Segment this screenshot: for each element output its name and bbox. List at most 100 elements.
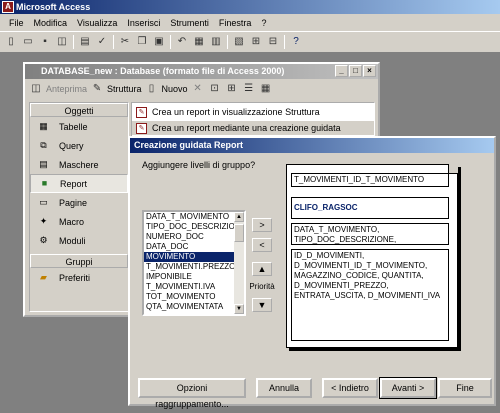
scroll-down-arrow-icon[interactable]: ▼ <box>234 304 244 314</box>
field-option[interactable]: T_MOVIMENTI.IVA <box>144 282 234 292</box>
maximize-button[interactable]: □ <box>349 65 362 77</box>
field-option-selected[interactable]: MOVIMENTO <box>144 252 234 262</box>
field-option[interactable]: TIPO_DOC_DESCRIZIONE <box>144 222 234 232</box>
list-item-label: Crea un report mediante una creazione gu… <box>152 123 341 133</box>
back-button[interactable]: < Indietro <box>322 378 378 398</box>
fields-listbox[interactable]: DATA_T_MOVIMENTO TIPO_DOC_DESCRIZIONE NU… <box>142 210 246 316</box>
open-icon[interactable]: ▭ <box>21 35 35 49</box>
objects-item-label: Query <box>59 140 84 151</box>
objects-item-macro[interactable]: ✦ Macro <box>30 212 128 231</box>
preview-group-level-2: CLIFO_RAGSOC <box>291 197 449 219</box>
objects-item-query[interactable]: ⧉ Query <box>30 136 128 155</box>
cancel-button[interactable]: Annulla <box>256 378 312 398</box>
toolbar-separator <box>113 35 114 49</box>
field-option[interactable]: DATA_DOC <box>144 242 234 252</box>
menu-finestra[interactable]: Finestra <box>214 18 257 28</box>
help-icon[interactable]: ? <box>289 35 303 49</box>
menu-bar: File Modifica Visualizza Inserisci Strum… <box>0 14 500 31</box>
list-item[interactable]: ✎ Crea un report in visualizzazione Stru… <box>132 105 374 119</box>
field-option[interactable]: IMPONIBILE <box>144 272 234 282</box>
new-icon[interactable]: ▯ <box>4 35 18 49</box>
large-icons-icon[interactable]: ⊡ <box>208 82 222 96</box>
objects-item-pagine[interactable]: ▭ Pagine <box>30 193 128 212</box>
query-icon: ⧉ <box>40 140 47 150</box>
minimize-button[interactable]: _ <box>335 65 348 77</box>
objects-item-label: Pagine <box>59 197 88 208</box>
analyze-icon[interactable]: ▦ <box>192 35 206 49</box>
scroll-up-arrow-icon[interactable]: ▲ <box>234 212 244 222</box>
favorites-folder-icon: ▰ <box>40 272 47 282</box>
print-preview-icon[interactable]: ◫ <box>55 35 69 49</box>
field-option[interactable]: TOT_MOVIMENTO <box>144 292 234 302</box>
preview-icon: ◫ <box>31 82 41 94</box>
menu-visualizza[interactable]: Visualizza <box>72 18 122 28</box>
design-button[interactable]: Struttura <box>107 84 142 94</box>
objects-item-moduli[interactable]: ⚙ Moduli <box>30 231 128 250</box>
properties-icon[interactable]: ▧ <box>232 35 246 49</box>
list-view-icon[interactable]: ☰ <box>242 82 256 96</box>
add-group-button[interactable]: > <box>252 218 272 232</box>
wizard-report-icon: ✎ <box>136 122 147 134</box>
new-report-icon: ▯ <box>148 82 155 94</box>
objects-item-report[interactable]: ■ Report <box>30 174 128 193</box>
groups-item-preferiti[interactable]: ▰ Preferiti <box>30 268 128 287</box>
new-object-icon[interactable]: ⊟ <box>266 35 280 49</box>
scroll-thumb[interactable] <box>234 224 244 242</box>
undo-icon[interactable]: ↶ <box>175 35 189 49</box>
preview-button[interactable]: Anteprima <box>46 84 87 94</box>
database-window-title: DATABASE_new : Database (formato file di… <box>41 66 285 76</box>
objects-header[interactable]: Oggetti <box>30 103 128 117</box>
preview-group-level-1: T_MOVIMENTI_ID_T_MOVIMENTO <box>291 173 449 187</box>
objects-item-label: Report <box>60 178 88 189</box>
report-wizard-dialog: Creazione guidata Report Aggiungere live… <box>128 136 496 409</box>
menu-strumenti[interactable]: Strumenti <box>165 18 214 28</box>
cut-icon[interactable]: ✂ <box>118 35 132 49</box>
priority-label: Priorità <box>249 282 275 291</box>
menu-modifica[interactable]: Modifica <box>29 18 73 28</box>
objects-item-tabelle[interactable]: ▦ Tabelle <box>30 117 128 136</box>
fields-scrollbar[interactable]: ▲ ▼ <box>234 212 244 314</box>
print-icon[interactable]: ▤ <box>78 35 92 49</box>
objects-bar: Oggetti ▦ Tabelle ⧉ Query ▤ Maschere ■ R… <box>29 102 129 312</box>
new-button[interactable]: Nuovo <box>162 84 188 94</box>
app-title: Microsoft Access <box>16 2 91 12</box>
module-icon: ⚙ <box>39 235 48 245</box>
toolbar-separator <box>170 35 171 49</box>
field-option[interactable]: T_MOVIMENTI.PREZZO <box>144 262 234 272</box>
close-button[interactable]: × <box>363 65 376 77</box>
spell-check-icon[interactable]: ✓ <box>95 35 109 49</box>
field-option[interactable]: DATA_T_MOVIMENTO <box>144 212 234 222</box>
office-links-icon[interactable]: ▥ <box>209 35 223 49</box>
details-view-icon[interactable]: ▦ <box>259 82 273 96</box>
group-options-button[interactable]: Opzioni raggruppamento... <box>138 378 246 409</box>
relationships-icon[interactable]: ⊞ <box>249 35 263 49</box>
wizard-title-bar[interactable]: Creazione guidata Report <box>130 138 494 153</box>
menu-inserisci[interactable]: Inserisci <box>122 18 165 28</box>
list-item[interactable]: ✎ Crea un report mediante una creazione … <box>132 121 374 135</box>
paste-icon[interactable]: ▣ <box>152 35 166 49</box>
menu-help[interactable]: ? <box>256 18 271 28</box>
database-window-title-bar[interactable]: DATABASE_new : Database (formato file di… <box>25 64 378 79</box>
finish-button[interactable]: Fine <box>438 378 492 398</box>
menu-file[interactable]: File <box>4 18 29 28</box>
copy-icon[interactable]: ❐ <box>135 35 149 49</box>
wizard-prompt: Aggiungere livelli di gruppo? <box>142 160 256 170</box>
macro-icon: ✦ <box>39 216 48 226</box>
delete-icon[interactable]: ✕ <box>191 82 205 96</box>
groups-header[interactable]: Gruppi <box>30 254 128 268</box>
wizard-report-icon: ✎ <box>136 106 147 118</box>
field-option[interactable]: QTA_MOVIMENTATA <box>144 302 234 312</box>
grouping-preview: T_MOVIMENTI_ID_T_MOVIMENTO CLIFO_RAGSOC … <box>286 164 458 348</box>
field-option[interactable]: NUMERO_DOC <box>144 232 234 242</box>
save-icon[interactable]: ▪ <box>38 35 52 49</box>
access-key-icon: A <box>2 1 14 13</box>
objects-item-label: Tabelle <box>59 121 88 132</box>
small-icons-icon[interactable]: ⊞ <box>225 82 239 96</box>
objects-item-maschere[interactable]: ▤ Maschere <box>30 155 128 174</box>
remove-group-button[interactable]: < <box>252 238 272 252</box>
priority-up-button[interactable]: ▲ <box>252 262 272 276</box>
design-icon: ✎ <box>92 82 102 94</box>
page-icon: ▭ <box>39 197 48 207</box>
next-button[interactable]: Avanti > <box>379 377 437 399</box>
priority-down-button[interactable]: ▼ <box>252 298 272 312</box>
